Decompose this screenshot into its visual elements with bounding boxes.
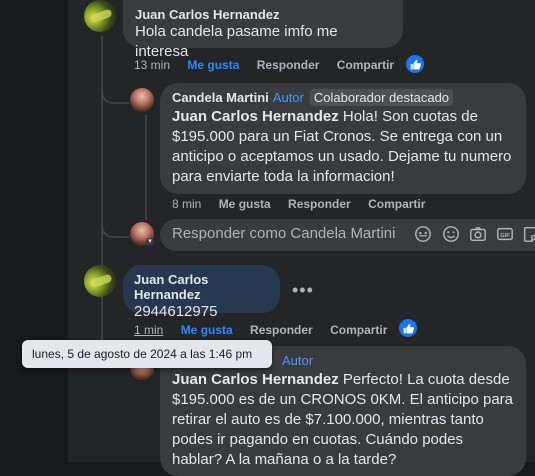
- comment-actions: 13 min Me gusta Responder Compartir: [134, 58, 408, 72]
- share-button[interactable]: Compartir: [330, 323, 387, 337]
- comment-author[interactable]: Juan Carlos Hernandez: [134, 272, 269, 302]
- author-badge: Autor: [272, 90, 304, 105]
- avatar-candela-martini[interactable]: [130, 88, 154, 112]
- author-badge: Autor: [282, 353, 314, 368]
- reply-author[interactable]: Candela Martini: [172, 90, 269, 105]
- reply-button[interactable]: Responder: [288, 197, 351, 211]
- comment-timestamp[interactable]: 1 min: [134, 323, 163, 337]
- avatar-juan-carlos[interactable]: [84, 265, 116, 297]
- share-button[interactable]: Compartir: [368, 197, 425, 211]
- reply-actions: 8 min Me gusta Responder Compartir: [172, 197, 439, 211]
- like-button[interactable]: Me gusta: [187, 58, 239, 72]
- comment-bubble: Juan Carlos Hernandez Hola candela pasam…: [123, 0, 403, 60]
- emoji-icon[interactable]: [442, 225, 460, 243]
- like-reaction-icon[interactable]: [399, 319, 417, 337]
- chevron-down-icon[interactable]: ▾: [146, 238, 154, 246]
- mention-link[interactable]: Juan Carlos Hernandez: [172, 371, 339, 388]
- avatar-juan-carlos[interactable]: [84, 0, 116, 32]
- like-button[interactable]: Me gusta: [219, 197, 271, 211]
- reply-button[interactable]: Responder: [257, 58, 320, 72]
- comment-text: Hola candela pasame imfo me interesa: [135, 23, 338, 60]
- gif-icon[interactable]: GIF: [496, 225, 514, 243]
- contributor-badge: Colaborador destacado: [309, 89, 454, 106]
- left-sidebar-background: [0, 0, 68, 462]
- svg-text:GIF: GIF: [500, 233, 510, 239]
- share-button[interactable]: Compartir: [337, 58, 394, 72]
- camera-icon[interactable]: [469, 225, 487, 243]
- more-options-icon[interactable]: •••: [292, 280, 314, 301]
- sticker-icon[interactable]: [522, 225, 535, 243]
- comment-timestamp[interactable]: 13 min: [134, 58, 170, 72]
- comment-bubble-highlighted: Juan Carlos Hernandez 2944612975: [123, 265, 280, 320]
- timestamp-tooltip: lunes, 5 de agosto de 2024 a las 1:46 pm: [22, 340, 272, 368]
- comment-author[interactable]: Juan Carlos Hernandez: [135, 7, 391, 22]
- thread-connector: [101, 80, 129, 104]
- reply-placeholder: Responder como Candela Martini: [172, 225, 396, 242]
- thread-connector: [101, 210, 129, 238]
- comment-actions: 1 min Me gusta Responder Compartir: [134, 323, 401, 337]
- like-reaction-icon[interactable]: [406, 55, 424, 73]
- reply-timestamp[interactable]: 8 min: [172, 197, 201, 211]
- like-button[interactable]: Me gusta: [181, 323, 233, 337]
- mention-link[interactable]: Juan Carlos Hernandez: [172, 108, 339, 125]
- reply-bubble: Candela Martini Autor Colaborador destacad…: [160, 83, 526, 194]
- reply-button[interactable]: Responder: [250, 323, 313, 337]
- thread-line-reply: [145, 115, 147, 220]
- reply-input[interactable]: Responder como Candela Martini GIF: [160, 219, 535, 251]
- comment-text: 2944612975: [134, 303, 218, 320]
- avatar-sticker-icon[interactable]: [414, 225, 432, 243]
